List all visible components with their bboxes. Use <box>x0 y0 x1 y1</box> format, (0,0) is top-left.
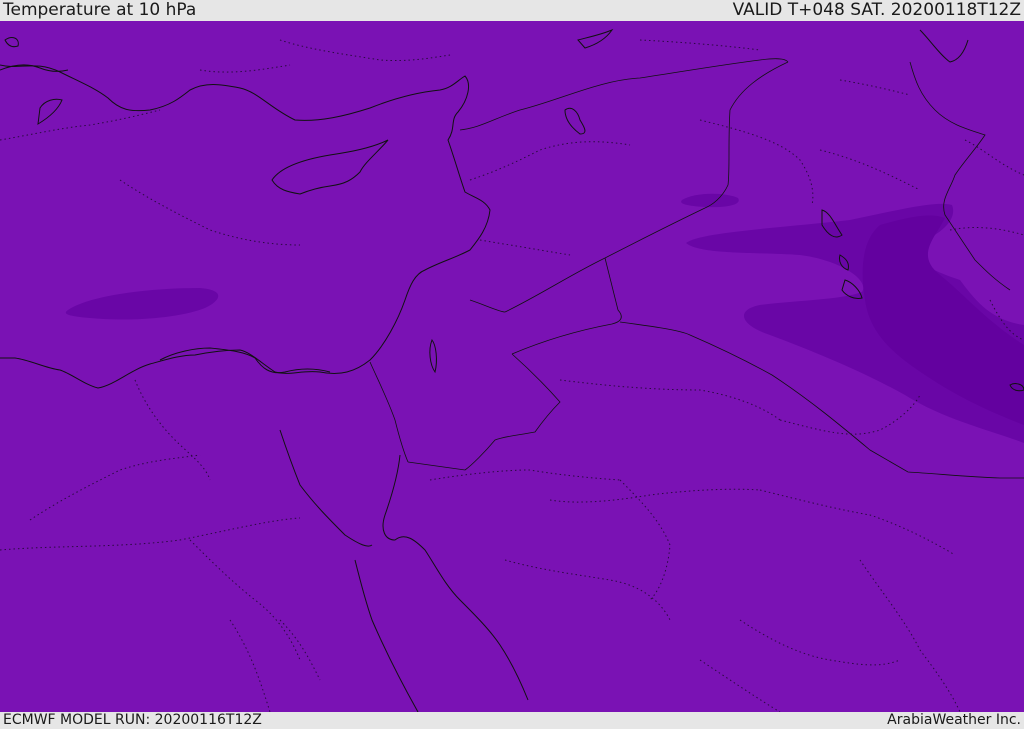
valid-time: VALID T+048 SAT. 20200118T12Z <box>732 0 1021 20</box>
egypt-israel-border <box>369 361 409 463</box>
syria-iraq-border <box>704 61 789 209</box>
dead-sea <box>429 339 437 374</box>
weather-map[interactable] <box>0 21 1024 712</box>
red-sea-west <box>354 559 419 712</box>
map-title: Temperature at 10 hPa <box>3 0 197 20</box>
turkey-syria-border <box>459 58 789 131</box>
anatolia-coast <box>0 64 491 389</box>
footer-bar: ECMWF MODEL RUN: 20200116T12Z ArabiaWeat… <box>0 712 1024 729</box>
model-run: ECMWF MODEL RUN: 20200116T12Z <box>3 712 262 728</box>
header-bar: Temperature at 10 hPa VALID T+048 SAT. 2… <box>0 0 1024 21</box>
jordan-south <box>407 353 561 471</box>
sinai-gulf-suez <box>279 429 373 547</box>
aegean-islands <box>0 37 69 125</box>
contour-turkey <box>65 288 219 320</box>
syria-jordan-border <box>469 207 706 313</box>
credit: ArabiaWeather Inc. <box>887 712 1021 728</box>
caspian-coast <box>919 29 969 63</box>
red-sea-east <box>382 454 529 701</box>
cyprus <box>271 139 389 195</box>
temperature-contours <box>65 193 1024 443</box>
jordan-saudi-border <box>511 257 622 355</box>
lake-van <box>577 28 614 49</box>
map-canvas <box>0 28 1024 712</box>
lake-tuz <box>564 107 586 135</box>
